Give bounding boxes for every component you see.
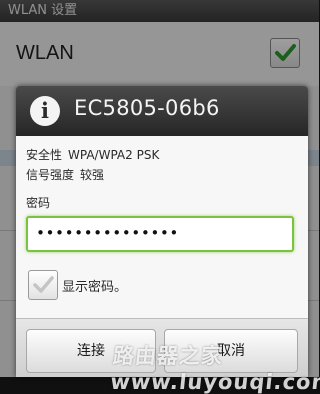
security-row: 安全性 WPA/WPA2 PSK xyxy=(26,146,159,163)
network-name: EC5805-06b6 xyxy=(74,96,220,120)
show-password-label[interactable]: 显示密码。 xyxy=(62,276,127,295)
password-label: 密码 xyxy=(26,196,51,210)
password-field[interactable]: ••••••••••••••• xyxy=(26,216,294,252)
dialog-header: i EC5805-06b6 xyxy=(16,86,308,138)
signal-label: 信号强度 xyxy=(26,168,75,182)
show-password-checkbox[interactable] xyxy=(28,270,58,300)
signal-value: 较强 xyxy=(80,168,105,182)
wifi-connect-dialog: i EC5805-06b6 安全性 WPA/WPA2 PSK 信号强度 较强 密码 … xyxy=(16,86,308,377)
security-label: 安全性 xyxy=(26,148,63,162)
security-value: WPA/WPA2 PSK xyxy=(68,148,160,162)
watermark: 路由器之家 www.luyouqi.com xyxy=(109,344,320,394)
info-icon: i xyxy=(30,96,60,126)
checkmark-icon xyxy=(33,276,54,293)
signal-row: 信号强度 较强 xyxy=(26,166,104,183)
